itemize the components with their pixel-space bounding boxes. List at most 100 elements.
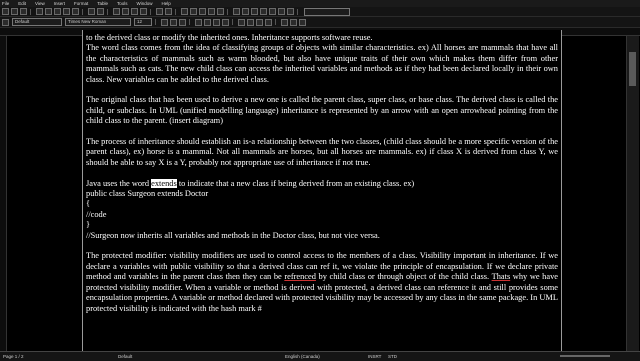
misspelled-word[interactable]: Thats (492, 272, 511, 281)
toolbar-separator (175, 8, 176, 15)
autospell-icon[interactable] (97, 8, 104, 15)
formatting-toolbar: Default Times New Roman 12 (0, 17, 640, 28)
toolbar-separator (30, 8, 31, 15)
menu-tools[interactable]: Tools (117, 0, 128, 7)
navigator-icon[interactable] (242, 8, 249, 15)
text-run: by child class or through object of the … (315, 272, 492, 282)
insert-mode-label[interactable]: INSRT (368, 354, 381, 359)
print-preview-icon[interactable] (72, 8, 79, 15)
align-left-icon[interactable] (195, 18, 202, 26)
code-line: { (86, 199, 91, 209)
help-icon[interactable] (287, 8, 294, 15)
toolbar-separator (227, 8, 228, 15)
show-draw-icon[interactable] (217, 8, 224, 15)
open-icon[interactable] (11, 8, 18, 15)
styles-icon[interactable] (2, 18, 9, 26)
font-color-icon[interactable] (281, 18, 288, 26)
menu-table[interactable]: Table (97, 0, 108, 7)
paragraph: The protected modifier: visibility modif… (86, 251, 558, 313)
image-icon[interactable] (199, 8, 206, 15)
paragraph: The original class that has been used to… (86, 95, 558, 126)
bold-icon[interactable] (161, 18, 168, 26)
menu-help[interactable]: Help (162, 0, 171, 7)
hyperlink-icon[interactable] (181, 8, 188, 15)
toolbar-separator (189, 19, 190, 25)
cut-icon[interactable] (113, 8, 120, 15)
menu-insert[interactable]: Insert (54, 0, 65, 7)
document-page[interactable]: to the derived class or modify the inher… (82, 30, 562, 351)
gallery-icon[interactable] (251, 8, 258, 15)
vertical-ruler[interactable] (0, 36, 7, 351)
paragraph: to the derived class or modify the inher… (86, 33, 373, 42)
standard-toolbar (0, 7, 640, 17)
underline-icon[interactable] (179, 18, 186, 26)
menu-format[interactable]: Format (74, 0, 88, 7)
copy-icon[interactable] (122, 8, 129, 15)
nonprinting-chars-icon[interactable] (269, 8, 276, 15)
paragraph-style-select[interactable]: Default (12, 18, 62, 26)
zoom-slider[interactable] (560, 355, 610, 357)
bullets-icon[interactable] (247, 18, 254, 26)
toolbar-separator (82, 8, 83, 15)
align-right-icon[interactable] (213, 18, 220, 26)
save-icon[interactable] (20, 8, 27, 15)
vertical-scrollbar[interactable] (626, 36, 639, 351)
new-document-icon[interactable] (2, 8, 9, 15)
language-label[interactable]: English (Canada) (285, 354, 320, 359)
toolbar-separator (232, 19, 233, 25)
export-pdf-icon[interactable] (54, 8, 61, 15)
document-body[interactable]: to the derived class or modify the inher… (86, 33, 558, 314)
font-name-select[interactable]: Times New Roman (65, 18, 131, 26)
justify-icon[interactable] (222, 18, 229, 26)
format-paintbrush-icon[interactable] (140, 8, 147, 15)
code-line: //code (86, 209, 107, 219)
paragraph: The word class comes from the idea of cl… (86, 43, 558, 84)
edit-file-icon[interactable] (45, 8, 52, 15)
zoom-icon[interactable] (278, 8, 285, 15)
italic-icon[interactable] (170, 18, 177, 26)
numbering-icon[interactable] (238, 18, 245, 26)
page-indicator[interactable]: Page 1 / 2 (3, 354, 24, 359)
chart-icon[interactable] (208, 8, 215, 15)
increase-indent-icon[interactable] (265, 18, 272, 26)
find-input[interactable] (304, 7, 350, 16)
data-sources-icon[interactable] (260, 8, 267, 15)
table-icon[interactable] (190, 8, 197, 15)
decrease-indent-icon[interactable] (256, 18, 263, 26)
menu-bar: File Edit View Insert Format Table Tools… (0, 0, 640, 7)
paragraph: Java uses the word extends to indicate t… (86, 178, 558, 189)
selection-mode-label[interactable]: STD (388, 354, 397, 359)
scrollbar-thumb[interactable] (629, 52, 636, 86)
text-run: Java uses the word (86, 178, 152, 188)
code-line: //Surgeon now inherits all variables and… (86, 230, 380, 240)
highlight-icon[interactable] (290, 18, 297, 26)
menu-file[interactable]: File (2, 0, 9, 7)
toolbar-separator (297, 8, 298, 15)
align-center-icon[interactable] (204, 18, 211, 26)
paste-icon[interactable] (131, 8, 138, 15)
email-icon[interactable] (36, 8, 43, 15)
spellcheck-icon[interactable] (88, 8, 95, 15)
code-line: public class Surgeon extends Doctor (86, 189, 209, 199)
misspelled-word[interactable]: refrenced (284, 272, 316, 281)
menu-view[interactable]: View (35, 0, 45, 7)
page-style-label[interactable]: Default (118, 354, 132, 359)
code-line: } (86, 220, 91, 230)
toolbar-separator (150, 8, 151, 15)
redo-icon[interactable] (165, 8, 172, 15)
print-icon[interactable] (63, 8, 70, 15)
font-size-select[interactable]: 12 (134, 18, 152, 26)
paragraph: The process of inheritance should establ… (86, 137, 558, 167)
menu-edit[interactable]: Edit (18, 0, 26, 7)
selected-text[interactable]: extends (151, 178, 177, 188)
background-color-icon[interactable] (299, 18, 306, 26)
text-run: to indicate that a new class if being de… (176, 178, 415, 188)
find-replace-icon[interactable] (233, 8, 240, 15)
undo-icon[interactable] (156, 8, 163, 15)
toolbar-separator (155, 19, 156, 25)
toolbar-separator (107, 8, 108, 15)
menu-window[interactable]: Window (137, 0, 153, 7)
